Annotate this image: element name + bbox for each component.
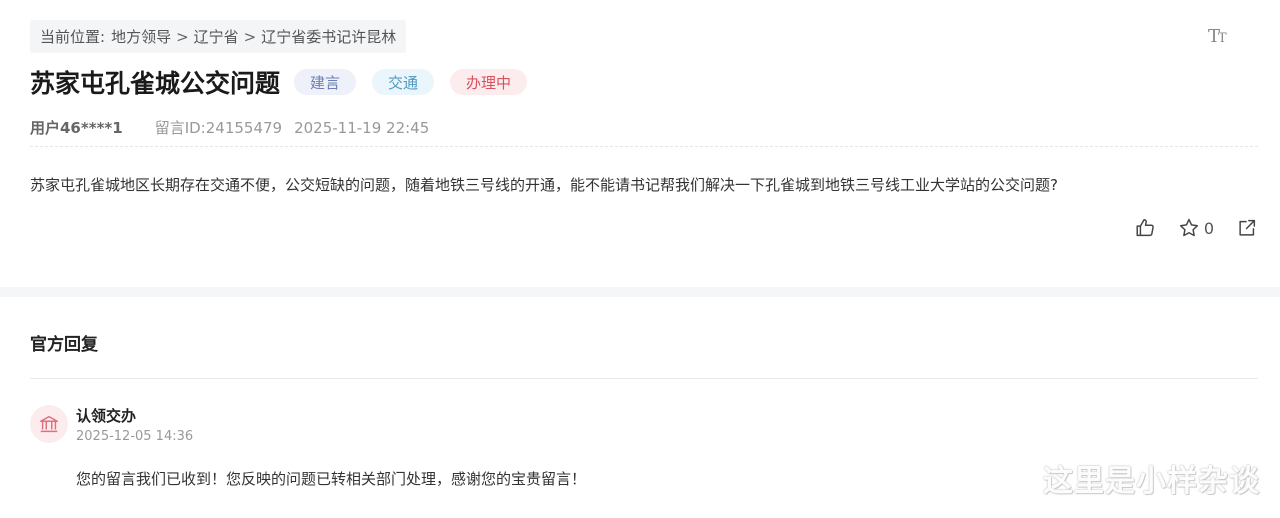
breadcrumb: 当前位置: 地方领导 > 辽宁省 > 辽宁省委书记许昆林 xyxy=(30,20,407,53)
like-button[interactable] xyxy=(1134,217,1156,239)
font-size-toggle-icon[interactable]: TT xyxy=(1208,26,1232,48)
section-separator xyxy=(0,287,1280,297)
breadcrumb-item-secretary[interactable]: 辽宁省委书记许昆林 xyxy=(261,26,396,47)
post-user: 用户46****1 xyxy=(30,119,123,137)
thumbs-up-icon xyxy=(1136,219,1154,237)
message-id: 留言ID:24155479 xyxy=(154,119,283,137)
post-content: 苏家屯孔雀城地区长期存在交通不便，公交短缺的问题，随着地铁三号线的开通，能不能请… xyxy=(30,176,1058,194)
breadcrumb-item-liaoning[interactable]: 辽宁省 xyxy=(194,26,239,47)
watermark: 这里是小样杂谈 xyxy=(1043,464,1260,499)
post-header: 苏家屯孔雀城公交问题 建言 交通 办理中 xyxy=(30,64,528,100)
breadcrumb-item-local-leaders[interactable]: 地方领导 xyxy=(111,26,171,47)
official-reply-title: 官方回复 xyxy=(30,335,98,355)
breadcrumb-separator: > xyxy=(176,27,189,46)
divider xyxy=(30,146,1258,147)
favorite-count: 0 xyxy=(1203,218,1214,238)
post-datetime: 2025-11-19 22:45 xyxy=(294,118,430,137)
favorite-button[interactable]: 0 xyxy=(1178,217,1214,239)
avatar xyxy=(30,405,68,443)
reply-org-name: 认领交办 xyxy=(76,407,137,425)
post-actions: 0 xyxy=(1112,217,1258,239)
post-title: 苏家屯孔雀城公交问题 xyxy=(30,69,281,98)
reply-text: 您的留言我们已收到！您反映的问题已转相关部门处理，感谢您的宝贵留言！ xyxy=(76,470,587,488)
reply-timestamp: 2025-12-05 14:36 xyxy=(76,429,194,444)
share-button[interactable] xyxy=(1236,217,1258,239)
breadcrumb-separator: > xyxy=(243,27,257,46)
status-badge: 办理中 xyxy=(450,69,528,95)
star-icon xyxy=(1179,218,1198,237)
post-meta: 用户46****1 留言ID:24155479 2025-11-19 22:45 xyxy=(30,117,429,138)
share-icon xyxy=(1239,219,1256,236)
divider xyxy=(30,378,1258,379)
breadcrumb-prefix: 当前位置: xyxy=(40,28,106,46)
tag-traffic: 交通 xyxy=(372,69,435,95)
tag-advice: 建言 xyxy=(294,69,357,95)
government-building-icon xyxy=(40,415,58,433)
